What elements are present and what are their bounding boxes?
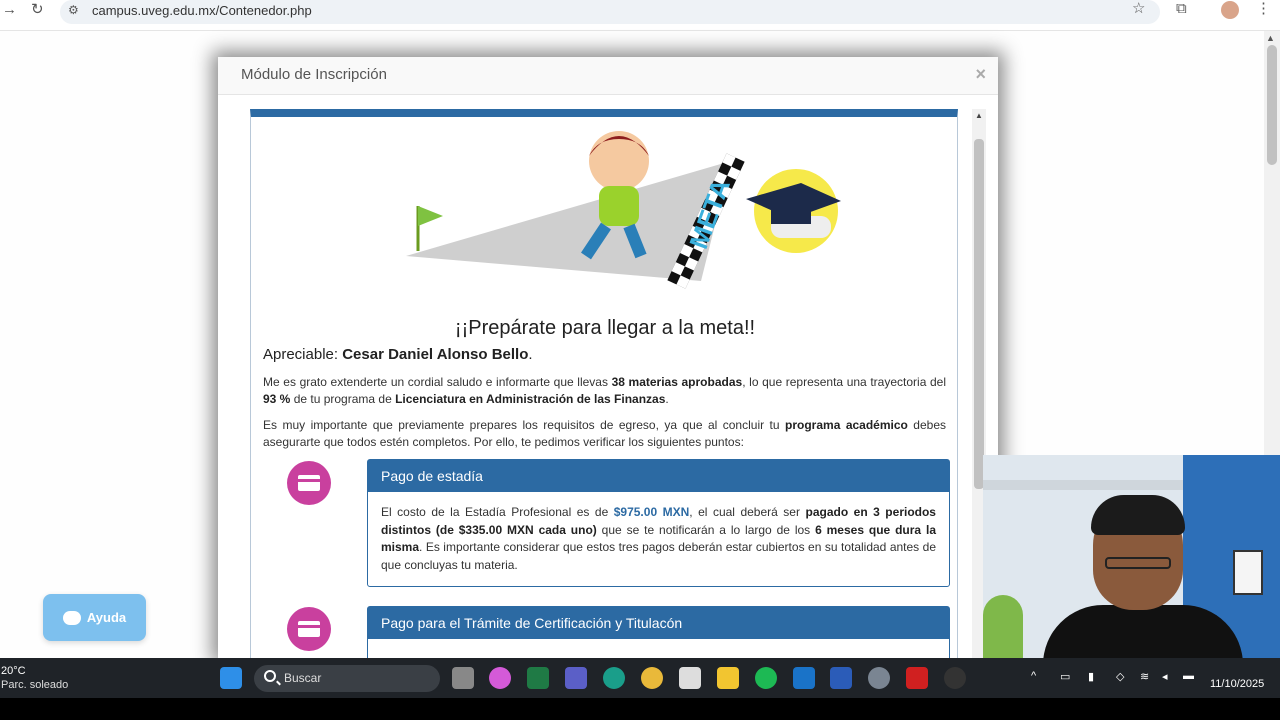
edge-icon[interactable] bbox=[603, 667, 625, 689]
student-name: Cesar Daniel Alonso Bello bbox=[342, 346, 529, 363]
battery-icon[interactable]: ▬ bbox=[1183, 670, 1194, 682]
modal-title: Módulo de Inscripción bbox=[241, 66, 387, 83]
weather-temp[interactable]: 20°C bbox=[1, 665, 26, 677]
page-heading: ¡¡Prepárate para llegar a la meta!! bbox=[454, 317, 756, 339]
card-title: Pago de estadía bbox=[368, 460, 949, 492]
word-icon[interactable] bbox=[830, 667, 852, 689]
chat-bubble-icon bbox=[62, 610, 81, 625]
back-arrow-icon[interactable]: → bbox=[2, 2, 17, 18]
payment-card-icon bbox=[287, 607, 331, 651]
finish-line-illustration: META bbox=[406, 131, 841, 289]
card-title: Pago para el Trámite de Certificación y … bbox=[368, 607, 949, 639]
browser-toolbar: → ↻ ⚙ campus.uveg.edu.mx/Contenedor.php … bbox=[0, 0, 1280, 31]
spotify-icon[interactable] bbox=[755, 667, 777, 689]
enrollment-modal: Módulo de Inscripción × META ¡¡Prepárate… bbox=[218, 57, 998, 669]
stay-payment-card: Pago de estadía El costo de la Estadía P… bbox=[367, 459, 950, 587]
start-windows-icon[interactable] bbox=[220, 667, 242, 689]
excel-icon[interactable] bbox=[527, 667, 549, 689]
task-view-icon[interactable] bbox=[452, 667, 474, 689]
extensions-icon[interactable]: ⧉ bbox=[1176, 1, 1187, 17]
payment-card-icon bbox=[287, 461, 331, 505]
modal-header: Módulo de Inscripción × bbox=[218, 57, 998, 95]
tray-device-icon[interactable]: ▭ bbox=[1060, 670, 1070, 683]
screen-recorder-icon[interactable] bbox=[944, 667, 966, 689]
intro-paragraph: Me es grato extenderte un cordial saludo… bbox=[263, 375, 946, 406]
wifi-icon[interactable]: ≋ bbox=[1140, 670, 1149, 683]
tray-location-icon[interactable]: ◇ bbox=[1116, 670, 1124, 683]
chrome-icon[interactable] bbox=[641, 667, 663, 689]
copilot-icon[interactable] bbox=[489, 667, 511, 689]
weather-desc[interactable]: Parc. soleado bbox=[1, 679, 68, 691]
scroll-up-arrow-icon[interactable]: ▲ bbox=[1266, 33, 1275, 43]
bookmark-star-icon[interactable]: ☆ bbox=[1132, 1, 1145, 17]
taskbar-search[interactable]: Buscar bbox=[254, 665, 440, 692]
scroll-up-arrow-icon[interactable]: ▲ bbox=[975, 111, 983, 120]
letterbox-bar bbox=[0, 698, 1280, 720]
file-explorer-icon[interactable] bbox=[717, 667, 739, 689]
webcam-overlay bbox=[983, 455, 1280, 658]
url-text[interactable]: campus.uveg.edu.mx/Contenedor.php bbox=[92, 3, 312, 18]
outlook-icon[interactable] bbox=[793, 667, 815, 689]
store-icon[interactable] bbox=[679, 667, 701, 689]
help-button-label: Ayuda bbox=[86, 610, 127, 625]
pdf-reader-icon[interactable] bbox=[906, 667, 928, 689]
search-icon bbox=[264, 670, 276, 682]
requirements-paragraph: Es muy importante que previamente prepar… bbox=[263, 418, 947, 449]
tray-chevron-icon[interactable]: ^ bbox=[1031, 670, 1036, 682]
card-body: El costo de la Estadía Profesional es de… bbox=[381, 505, 936, 572]
close-icon[interactable]: × bbox=[975, 64, 986, 85]
settings-gear-icon[interactable] bbox=[868, 667, 890, 689]
taskbar: 20°C Parc. soleado Buscar ^ ▭ ▮ ◇ ≋ ◂ ▬ … bbox=[0, 658, 1280, 698]
page-scroll-thumb[interactable] bbox=[1267, 45, 1277, 165]
volume-icon[interactable]: ◂ bbox=[1162, 670, 1168, 683]
profile-avatar[interactable] bbox=[1221, 1, 1239, 19]
modal-content: META ¡¡Prepárate para llegar a la meta!!… bbox=[250, 109, 958, 669]
tray-media-icon[interactable]: ▮ bbox=[1088, 670, 1094, 683]
modal-scroll-thumb[interactable] bbox=[974, 139, 984, 489]
teams-icon[interactable] bbox=[565, 667, 587, 689]
help-button[interactable]: Ayuda bbox=[43, 594, 146, 641]
reload-icon[interactable]: ↻ bbox=[31, 2, 44, 18]
taskbar-date[interactable]: 11/10/2025 bbox=[1210, 678, 1264, 690]
salutation: Apreciable: Cesar Daniel Alonso Bello. bbox=[263, 346, 533, 363]
menu-kebab-icon[interactable]: ⋮ bbox=[1256, 1, 1271, 17]
site-settings-icon[interactable]: ⚙ bbox=[68, 3, 79, 17]
